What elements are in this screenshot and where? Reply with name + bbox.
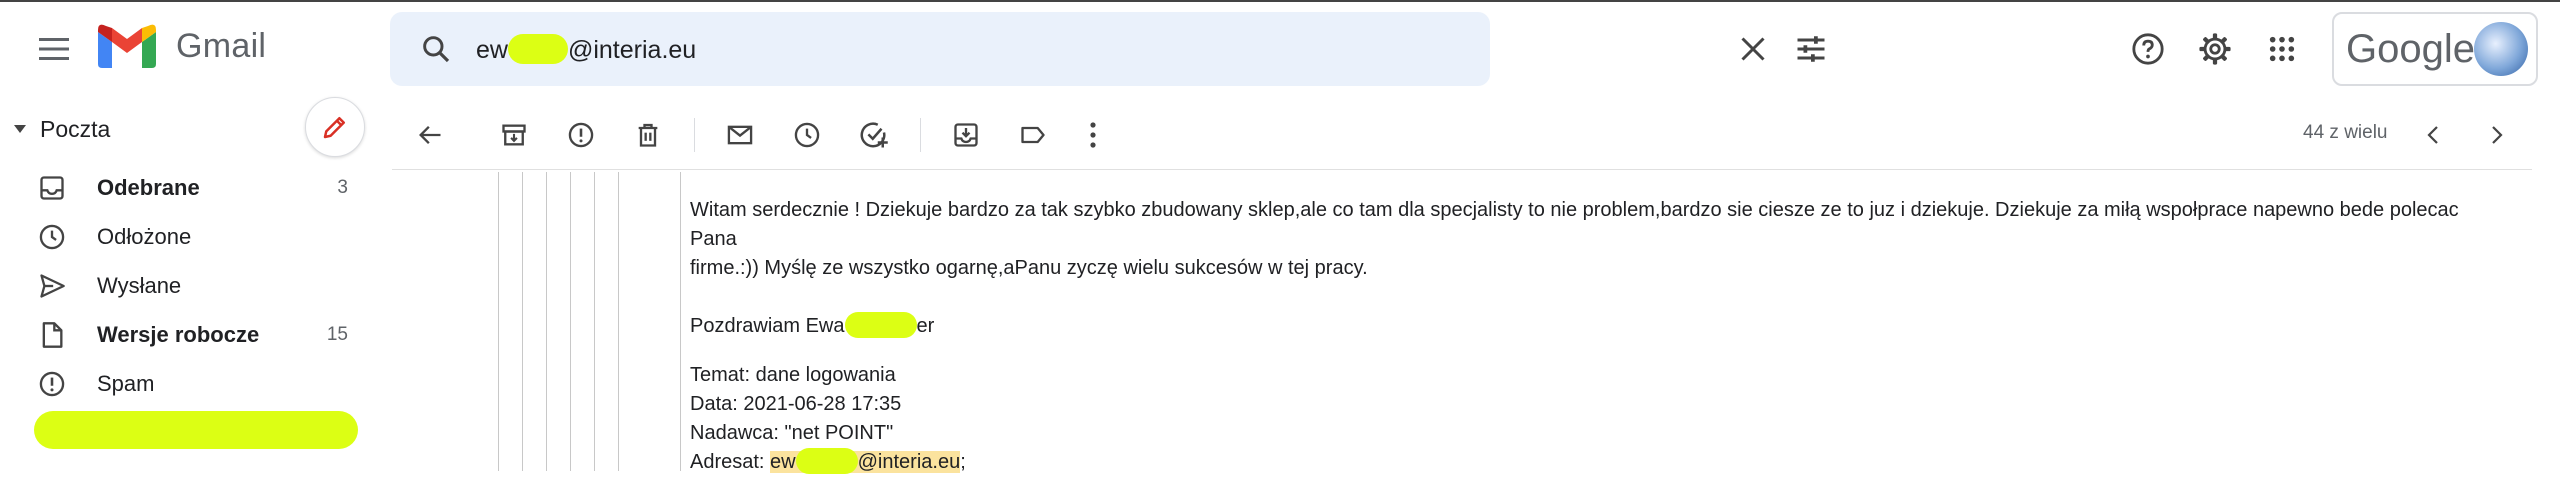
search-value-suffix: @interia.eu bbox=[567, 36, 697, 64]
sidebar-item-inbox[interactable]: Odebrane 3 bbox=[0, 164, 370, 212]
greeting-suffix: er bbox=[916, 315, 935, 337]
archive-button[interactable] bbox=[494, 115, 534, 155]
quoted-subject: Temat: dane logowania bbox=[690, 364, 896, 386]
labels-button[interactable] bbox=[1013, 115, 1053, 155]
google-wordmark: Google bbox=[2346, 26, 2475, 71]
newer-button[interactable] bbox=[2414, 115, 2454, 155]
mail-section-label: Poczta bbox=[40, 115, 111, 142]
recipient-end: ; bbox=[960, 451, 966, 473]
spam-icon bbox=[39, 371, 65, 397]
chevron-left-icon bbox=[2427, 126, 2438, 144]
pagination-label: 44 z wielu bbox=[2303, 122, 2388, 143]
gmail-wordmark: Gmail bbox=[176, 26, 267, 65]
mail-section-toggle[interactable]: Poczta bbox=[0, 112, 110, 146]
add-task-icon bbox=[860, 122, 888, 148]
redaction-mark bbox=[795, 448, 858, 474]
sidebar-item-label: Odebrane bbox=[97, 175, 200, 200]
move-to-inbox-icon bbox=[954, 123, 978, 147]
back-button[interactable] bbox=[410, 115, 450, 155]
message-body: Witam serdecznie ! Dziekuje bardzo za ta… bbox=[690, 196, 2510, 477]
message-text-line: firme.:)) Myślę ze wszystko ogarnę,aPanu… bbox=[690, 257, 1368, 279]
older-button[interactable] bbox=[2476, 115, 2516, 155]
message-greeting: Pozdrawiam Ewa er bbox=[690, 312, 2510, 341]
sidebar-item-snoozed[interactable]: Odłożone bbox=[0, 213, 370, 261]
compose-button[interactable] bbox=[305, 97, 365, 157]
draft-icon bbox=[42, 322, 63, 348]
quoted-sender: Nadawca: "net POINT" bbox=[690, 422, 894, 444]
redaction-mark bbox=[34, 411, 358, 449]
delete-button[interactable] bbox=[628, 115, 668, 155]
mail-icon bbox=[727, 125, 753, 145]
archive-icon bbox=[502, 124, 526, 146]
pencil-icon bbox=[323, 117, 345, 139]
avatar[interactable] bbox=[2474, 22, 2528, 76]
more-actions-button[interactable] bbox=[1073, 115, 1113, 155]
toolbar-divider bbox=[392, 169, 2532, 170]
settings-button[interactable] bbox=[2191, 25, 2239, 73]
arrow-back-icon bbox=[419, 126, 441, 144]
snooze-button[interactable] bbox=[787, 115, 827, 155]
quoted-date: Data: 2021-06-28 17:35 bbox=[690, 393, 902, 415]
search-icon[interactable] bbox=[420, 33, 452, 65]
window-top-border bbox=[0, 0, 2560, 2]
clear-search-icon[interactable] bbox=[1735, 31, 1771, 67]
quoted-recipient: Adresat: ew @interia.eu; bbox=[690, 448, 2510, 477]
mark-unread-button[interactable] bbox=[720, 115, 760, 155]
sidebar-item-spam[interactable]: Spam bbox=[0, 360, 370, 408]
report-icon bbox=[568, 122, 594, 148]
redaction-mark bbox=[844, 312, 917, 338]
clock-icon bbox=[39, 224, 65, 250]
toolbar-divider bbox=[920, 118, 921, 152]
recipient-prefix: ew bbox=[770, 451, 796, 473]
gmail-m-icon bbox=[98, 24, 156, 68]
hamburger-icon bbox=[39, 38, 69, 60]
add-task-button[interactable] bbox=[854, 115, 894, 155]
recipient-label: Adresat: bbox=[690, 451, 771, 473]
sidebar-item-sent[interactable]: Wysłane bbox=[0, 262, 370, 310]
search-value-prefix: ew bbox=[476, 36, 508, 64]
sidebar-item-drafts[interactable]: Wersje robocze 15 bbox=[0, 311, 370, 359]
search-input[interactable]: ew @interia.eu bbox=[476, 34, 696, 65]
sidebar-item-label: Spam bbox=[97, 371, 155, 396]
help-icon bbox=[2132, 33, 2164, 65]
clock-icon bbox=[794, 122, 820, 148]
caret-down-icon bbox=[14, 125, 26, 133]
gear-icon bbox=[2199, 33, 2231, 65]
sidebar-item-count: 3 bbox=[337, 177, 348, 198]
gmail-logo[interactable]: Gmail bbox=[98, 24, 266, 68]
send-icon bbox=[40, 274, 65, 298]
message-text-line: Witam serdecznie ! Dziekuje bardzo za ta… bbox=[690, 199, 2459, 250]
recipient-suffix: @interia.eu bbox=[857, 451, 961, 473]
inbox-icon bbox=[40, 176, 64, 200]
account-button[interactable]: Google bbox=[2332, 12, 2538, 86]
sidebar-item-label: Wersje robocze bbox=[97, 322, 260, 347]
redaction-mark bbox=[507, 34, 568, 64]
search-bar[interactable]: ew @interia.eu bbox=[390, 12, 1825, 86]
greeting-prefix: Pozdrawiam Ewa bbox=[690, 315, 845, 337]
chevron-right-icon bbox=[2492, 126, 2503, 144]
move-to-button[interactable] bbox=[946, 115, 986, 155]
search-options-icon[interactable] bbox=[1793, 31, 1829, 67]
apps-button[interactable] bbox=[2258, 25, 2306, 73]
toolbar-divider bbox=[694, 118, 695, 152]
apps-grid-icon bbox=[2269, 36, 2295, 62]
help-button[interactable] bbox=[2124, 25, 2172, 73]
trash-icon bbox=[638, 123, 658, 147]
label-icon bbox=[1021, 126, 1045, 144]
sidebar-item-label: Wysłane bbox=[97, 273, 182, 298]
sidebar-item-count: 15 bbox=[326, 324, 348, 345]
recipient-email-link[interactable]: ew @interia.eu bbox=[770, 448, 961, 474]
report-spam-button[interactable] bbox=[561, 115, 601, 155]
sidebar-item-label: Odłożone bbox=[97, 224, 192, 249]
more-vert-icon bbox=[1090, 122, 1096, 148]
main-menu-button[interactable] bbox=[30, 25, 78, 73]
